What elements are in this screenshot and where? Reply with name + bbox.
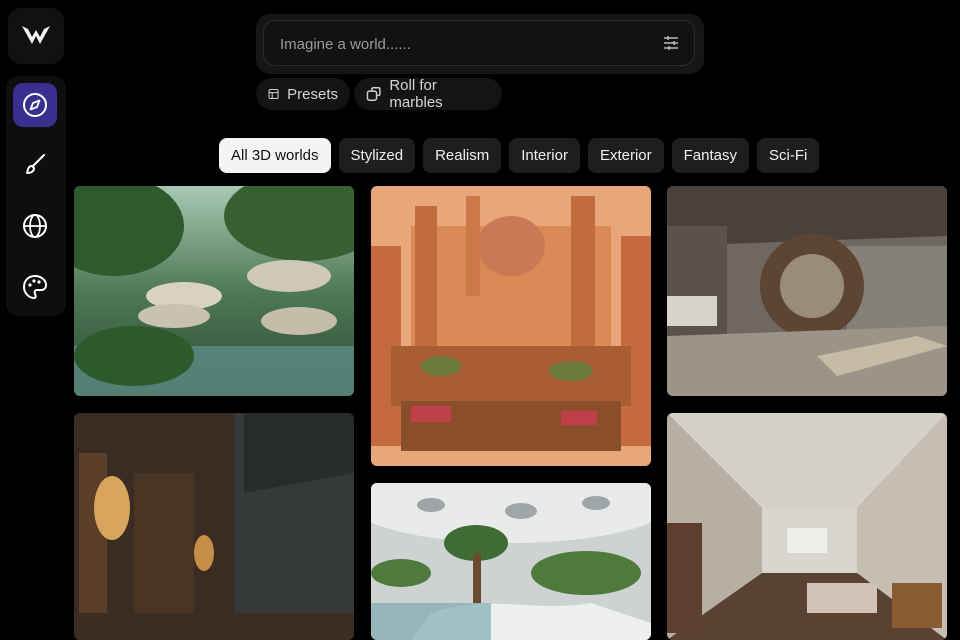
world-card-lantern-library[interactable] xyxy=(74,413,354,640)
palette-icon xyxy=(23,275,47,299)
world-card-palace[interactable] xyxy=(371,186,651,466)
world-thumbnail xyxy=(667,413,947,640)
world-card-bonsai-garden[interactable] xyxy=(371,483,651,640)
world-thumbnail xyxy=(667,186,947,396)
world-card-dormitory[interactable] xyxy=(667,413,947,640)
prompt-input[interactable] xyxy=(278,21,652,67)
roll-label: Roll for marbles xyxy=(389,77,443,111)
tab-fantasy[interactable]: Fantasy xyxy=(671,138,749,173)
tab-sci-fi[interactable]: Sci-Fi xyxy=(756,138,820,173)
sidebar-item-worlds[interactable] xyxy=(13,204,57,248)
presets-label: Presets xyxy=(287,85,338,103)
tab-realism[interactable]: Realism xyxy=(423,138,502,173)
presets-button[interactable]: Presets xyxy=(256,78,350,110)
logo-icon xyxy=(22,26,50,44)
brush-icon xyxy=(26,154,45,174)
world-thumbnail xyxy=(74,186,354,396)
sidebar-item-styles[interactable] xyxy=(13,265,57,309)
world-thumbnail xyxy=(371,186,651,466)
sliders-icon[interactable] xyxy=(662,34,680,52)
prompt-panel xyxy=(256,14,704,74)
sidebar-nav xyxy=(6,76,66,316)
world-card-library-room[interactable] xyxy=(667,186,947,396)
tab-stylized[interactable]: Stylized xyxy=(338,138,416,173)
dice-icon xyxy=(366,87,381,101)
tab-exterior[interactable]: Exterior xyxy=(587,138,664,173)
world-card-jungle[interactable] xyxy=(74,186,354,396)
layout-icon xyxy=(268,88,279,100)
prompt-box xyxy=(263,20,695,67)
compass-icon xyxy=(23,93,47,117)
roll-for-marbles-button[interactable]: Roll for marbles xyxy=(354,77,502,111)
world-thumbnail xyxy=(371,483,651,640)
tab-interior[interactable]: Interior xyxy=(509,138,580,173)
world-thumbnail xyxy=(74,413,354,640)
category-filter: All 3D worlds Stylized Realism Interior … xyxy=(219,138,820,173)
tab-all-3d-worlds[interactable]: All 3D worlds xyxy=(219,138,331,173)
sidebar-item-create[interactable] xyxy=(13,143,57,187)
sidebar-item-explore[interactable] xyxy=(13,83,57,127)
globe-icon xyxy=(23,214,47,238)
app-logo[interactable] xyxy=(8,8,64,64)
